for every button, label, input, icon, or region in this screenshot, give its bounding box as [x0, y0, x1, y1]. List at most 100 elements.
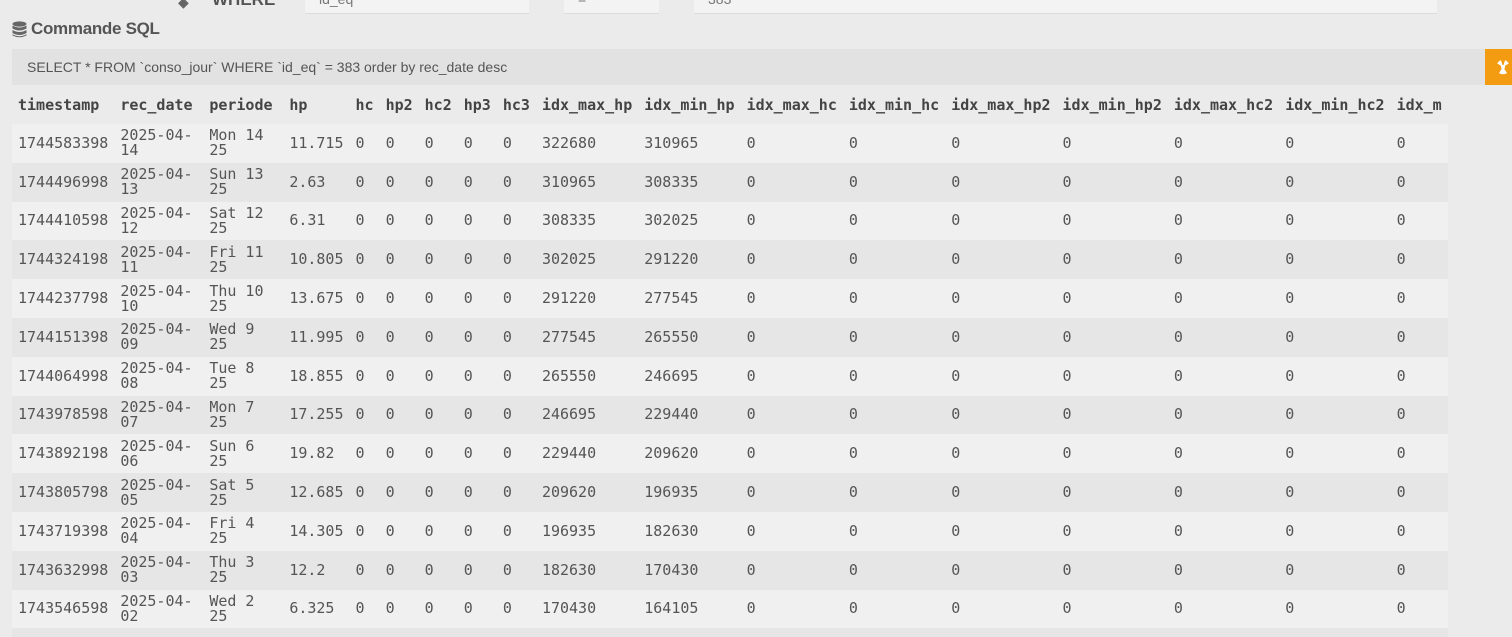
table-cell: 0: [842, 124, 946, 163]
results-table-container[interactable]: timestamp rec_date periode hp hc hp2 hc2 hp3 hc3…: [12, 86, 1512, 637]
table-cell: 0: [1390, 356, 1448, 396]
table-cell: 196935: [638, 473, 741, 512]
table-row: 1743719398 2025-04-04 Fri 4 25 14.305 0 0 0 0 0 1…: [12, 511, 1448, 551]
table-cell: 2025-04-09: [114, 317, 204, 357]
column-header-17[interactable]: idx_m: [1390, 86, 1448, 124]
table-cell: 0: [496, 201, 536, 241]
table-cell: 0: [1279, 550, 1391, 590]
table-cell: 170430: [535, 589, 639, 629]
table-cell: [349, 628, 380, 637]
table-cell: [535, 628, 639, 637]
table-cell: 0: [418, 589, 458, 629]
table-cell: [1390, 628, 1448, 637]
table-cell: 0: [1167, 395, 1280, 435]
where-column-field[interactable]: id_eq: [305, 0, 529, 14]
table-cell: Thu 3 25: [203, 550, 284, 590]
table-cell: 0: [1279, 162, 1391, 202]
table-cell: Wed 9 25: [203, 317, 284, 357]
column-header-3[interactable]: hp: [283, 86, 350, 124]
table-cell: 0: [842, 317, 946, 357]
table-cell: 265550: [638, 317, 741, 357]
column-header-1[interactable]: rec_date: [114, 86, 204, 124]
table-cell: 0: [842, 240, 946, 280]
table-cell: 0: [457, 201, 497, 241]
table-cell: 246695: [535, 395, 639, 435]
table-cell: 0: [349, 317, 380, 357]
table-cell: 0: [379, 279, 419, 318]
table-row: 1743546598 2025-04-02 Wed 2 25 6.325 0 0 0 0 0 17…: [12, 589, 1448, 629]
table-cell: [1167, 628, 1280, 637]
table-cell: 10.805: [283, 240, 350, 280]
table-cell: 0: [457, 124, 497, 163]
table-cell: 2025-04-05: [114, 473, 204, 512]
sql-query-input[interactable]: SELECT * FROM `conso_jour` WHERE `id_eq`…: [12, 49, 1485, 85]
column-header-16[interactable]: idx_min_hc2: [1279, 86, 1391, 124]
radioactive-icon: [1497, 60, 1509, 75]
table-cell: 0: [457, 317, 497, 357]
table-cell: 19.82: [283, 434, 350, 474]
execute-query-button[interactable]: [1485, 49, 1512, 85]
table-cell: 0: [496, 395, 536, 435]
table-cell: 0: [1056, 473, 1168, 512]
table-cell: 17.255: [283, 395, 350, 435]
table-cell: 0: [379, 162, 419, 202]
table-cell: 0: [349, 434, 380, 474]
column-header-8[interactable]: hc3: [496, 86, 536, 124]
table-cell: 0: [1056, 317, 1168, 357]
column-header-12[interactable]: idx_min_hc: [842, 86, 946, 124]
column-header-15[interactable]: idx_max_hc2: [1167, 86, 1280, 124]
table-cell: 0: [1390, 589, 1448, 629]
column-header-13[interactable]: idx_max_hp2: [945, 86, 1057, 124]
where-operator-field[interactable]: =: [564, 0, 659, 14]
table-cell: [638, 628, 741, 637]
table-row: 1743892198 2025-04-06 Sun 6 25 19.82 0 0 0 0 0 22…: [12, 434, 1448, 474]
table-cell: 0: [457, 550, 497, 590]
column-header-11[interactable]: idx_max_hc: [740, 86, 843, 124]
table-cell: 0: [842, 279, 946, 318]
table-cell: 0: [1056, 550, 1168, 590]
table-cell: 0: [418, 201, 458, 241]
column-header-5[interactable]: hp2: [379, 86, 419, 124]
table-cell: Fri 4 25: [203, 511, 284, 551]
table-cell: 0: [842, 589, 946, 629]
column-header-7[interactable]: hp3: [457, 86, 497, 124]
sql-heading: Commande SQL: [12, 18, 160, 40]
table-cell: 0: [945, 589, 1057, 629]
column-header-6[interactable]: hc2: [418, 86, 458, 124]
table-cell: 0: [1056, 240, 1168, 280]
table-cell: 0: [1056, 434, 1168, 474]
where-value-field[interactable]: 383: [694, 0, 1437, 14]
table-cell: 1744324198: [12, 240, 115, 280]
table-cell: 0: [945, 162, 1057, 202]
column-header-0[interactable]: timestamp: [12, 86, 115, 124]
table-cell: 209620: [535, 473, 639, 512]
table-cell: 0: [379, 589, 419, 629]
table-cell: 2025-04-12: [114, 201, 204, 241]
table-cell: 0: [1390, 511, 1448, 551]
column-header-14[interactable]: idx_min_hp2: [1056, 86, 1168, 124]
table-cell: 302025: [535, 240, 639, 280]
table-cell: Tue 8 25: [203, 356, 284, 396]
column-header-2[interactable]: periode: [203, 86, 284, 124]
table-cell: 0: [1167, 124, 1280, 163]
table-cell: 310965: [535, 162, 639, 202]
table-cell: 0: [1167, 473, 1280, 512]
where-row: ◆ WHERE id_eq = 383: [0, 0, 1512, 15]
column-header-9[interactable]: idx_max_hp: [535, 86, 639, 124]
table-cell: 0: [1279, 279, 1391, 318]
table-cell: 0: [457, 240, 497, 280]
table-cell: 0: [379, 550, 419, 590]
column-header-4[interactable]: hc: [349, 86, 380, 124]
where-label: WHERE: [212, 0, 275, 10]
table-cell: 0: [945, 434, 1057, 474]
table-cell: Mon 14 25: [203, 124, 284, 163]
table-cell: 0: [418, 511, 458, 551]
table-cell: 0: [740, 240, 843, 280]
table-cell: 246695: [638, 356, 741, 396]
table-cell: 0: [945, 473, 1057, 512]
table-cell: 18.855: [283, 356, 350, 396]
table-row: 1744237798 2025-04-10 Thu 10 25 13.675 0 0 0 0 0…: [12, 279, 1448, 318]
table-row: 1743978598 2025-04-07 Mon 7 25 17.255 0 0 0 0 0 2…: [12, 395, 1448, 435]
table-row: 2025-04-Tue 1: [12, 628, 1448, 637]
column-header-10[interactable]: idx_min_hp: [638, 86, 741, 124]
